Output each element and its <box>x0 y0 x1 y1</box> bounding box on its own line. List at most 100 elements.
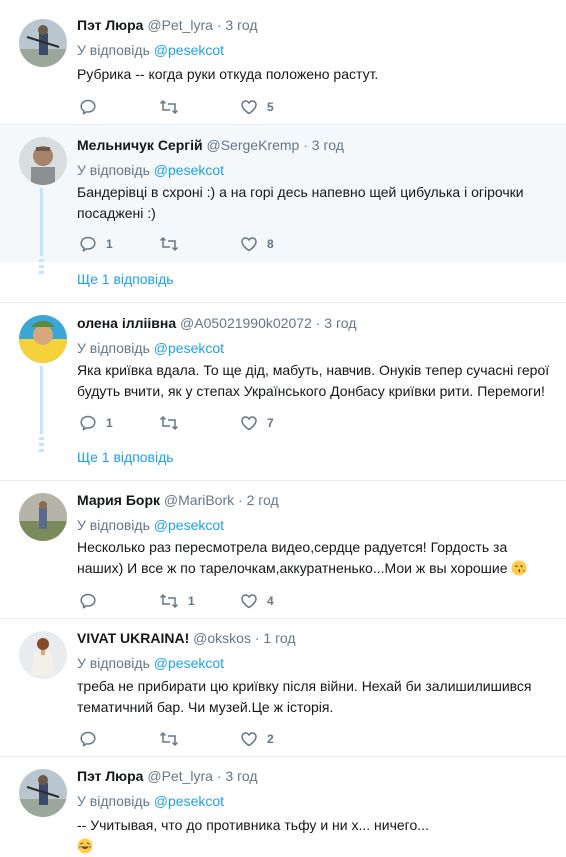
like-count: 5 <box>267 100 274 114</box>
like-count: 2 <box>267 732 274 746</box>
reply-context: У відповідь @pesekcot <box>77 42 224 58</box>
like-button[interactable]: 2 <box>240 729 274 749</box>
tweet[interactable]: Пэт Люра @Pet_lyra · 3 год У відповідь @… <box>0 757 566 854</box>
reply-icon <box>80 99 96 115</box>
retweet-button[interactable] <box>159 413 188 433</box>
reply-to-link[interactable]: @pesekcot <box>154 655 224 671</box>
thread-dot <box>39 259 44 262</box>
user-handle[interactable]: @MariBork <box>164 492 234 508</box>
avatar[interactable] <box>19 315 67 363</box>
display-name[interactable]: Мельничук Сергій <box>77 137 203 153</box>
reply-icon <box>80 415 96 431</box>
reply-prefix: У відповідь <box>77 517 150 533</box>
user-handle[interactable]: @SergeKremp <box>207 137 300 153</box>
reply-prefix: У відповідь <box>77 340 150 356</box>
reply-icon <box>80 731 96 747</box>
tweet-text-content: -- Учитывая, что до противника тьфу и ни… <box>77 817 429 833</box>
reply-prefix: У відповідь <box>77 162 150 178</box>
avatar[interactable] <box>19 137 67 185</box>
like-count: 4 <box>267 594 274 608</box>
reply-to-link[interactable]: @pesekcot <box>154 42 224 58</box>
like-button[interactable]: 8 <box>240 234 274 254</box>
tweet[interactable]: олена ілліівна @A05021990k02072 · 3 год … <box>0 303 566 440</box>
reply-to-link[interactable]: @pesekcot <box>154 793 224 809</box>
reply-context: У відповідь @pesekcot <box>77 793 224 809</box>
kissing-face-emoji-icon <box>511 560 527 576</box>
timestamp[interactable]: 3 год <box>225 768 257 784</box>
separator: · <box>216 17 222 33</box>
thread-dot <box>39 449 44 452</box>
retweet-icon <box>159 415 179 431</box>
avatar[interactable] <box>19 19 67 67</box>
display-name[interactable]: Мария Борк <box>77 492 160 508</box>
show-more-replies-link[interactable]: Ще 1 відповідь <box>77 271 174 287</box>
thread-dot <box>39 437 44 440</box>
like-button[interactable]: 4 <box>240 591 274 611</box>
like-button[interactable]: 5 <box>240 97 274 117</box>
reply-context: У відповідь @pesekcot <box>77 517 224 533</box>
separator: · <box>216 768 222 784</box>
tweet-text: Несколько раз пересмотрела видео,сердце … <box>77 537 557 579</box>
separator: · <box>303 137 308 153</box>
retweet-icon <box>159 731 179 747</box>
timestamp[interactable]: 2 год <box>247 492 279 508</box>
display-name[interactable]: Пэт Люра <box>77 768 143 784</box>
retweet-button[interactable]: 1 <box>159 591 195 611</box>
separator: · <box>238 492 243 508</box>
reply-prefix: У відповідь <box>77 655 150 671</box>
tweet-text: треба не прибирати цю криївку після війн… <box>77 678 532 715</box>
retweet-count: 1 <box>188 594 195 608</box>
user-handle[interactable]: @A05021990k02072 <box>180 315 312 331</box>
reply-context: У відповідь @pesekcot <box>77 655 224 671</box>
thread-dot <box>39 271 44 274</box>
thread-line <box>40 366 43 434</box>
thread-dot <box>39 265 44 268</box>
reply-icon <box>80 236 96 252</box>
timestamp[interactable]: 3 год <box>312 137 344 153</box>
like-count: 8 <box>267 237 274 251</box>
reply-button[interactable]: 1 <box>79 413 113 433</box>
tweet-header: Мария Борк @MariBork · 2 год <box>77 492 279 508</box>
like-button[interactable]: 7 <box>240 413 274 433</box>
tweet[interactable]: Мельничук Сергій @SergeKremp · 3 год У в… <box>0 125 566 262</box>
retweet-button[interactable] <box>159 729 188 749</box>
retweet-icon <box>159 99 179 115</box>
user-handle[interactable]: @Pet_lyra <box>147 17 213 33</box>
reply-prefix: У відповідь <box>77 793 150 809</box>
reply-to-link[interactable]: @pesekcot <box>154 340 224 356</box>
thread-dot <box>39 443 44 446</box>
tweet[interactable]: Пэт Люра @Pet_lyra · 3 год У відповідь @… <box>0 0 566 125</box>
user-handle[interactable]: @okskos <box>193 630 251 646</box>
thread-line <box>40 188 43 256</box>
avatar[interactable] <box>19 493 67 541</box>
tweet-header: Мельничук Сергій @SergeKremp · 3 год <box>77 137 344 153</box>
reply-count: 1 <box>106 416 113 430</box>
retweet-button[interactable] <box>159 97 188 117</box>
avatar[interactable] <box>19 769 67 817</box>
retweet-button[interactable] <box>159 234 188 254</box>
tweet-text: Рубрика -- когда руки откуда положено ра… <box>77 66 379 82</box>
reply-to-link[interactable]: @pesekcot <box>154 517 224 533</box>
tweet-header: олена ілліівна @A05021990k02072 · 3 год <box>77 315 356 331</box>
reply-to-link[interactable]: @pesekcot <box>154 162 224 178</box>
timestamp[interactable]: 3 год <box>324 315 356 331</box>
display-name[interactable]: VIVAT UKRAINA! <box>77 630 189 646</box>
display-name[interactable]: олена ілліівна <box>77 315 176 331</box>
reply-button[interactable]: 1 <box>79 234 113 254</box>
reply-button[interactable] <box>79 97 106 117</box>
retweet-icon <box>159 593 179 609</box>
separator: · <box>315 315 321 331</box>
show-more-replies-link[interactable]: Ще 1 відповідь <box>77 449 174 465</box>
timestamp[interactable]: 3 год <box>225 17 257 33</box>
timestamp[interactable]: 1 год <box>263 630 295 646</box>
user-handle[interactable]: @Pet_lyra <box>147 768 213 784</box>
display-name[interactable]: Пэт Люра <box>77 17 143 33</box>
tweet[interactable]: VIVAT UKRAINA! @okskos · 1 год У відпові… <box>0 619 566 757</box>
avatar[interactable] <box>19 631 67 679</box>
reply-context: У відповідь @pesekcot <box>77 340 224 356</box>
tweet[interactable]: Мария Борк @MariBork · 2 год У відповідь… <box>0 481 566 619</box>
tweet-text-content: Несколько раз пересмотрела видео,сердце … <box>77 539 508 576</box>
reply-button[interactable] <box>79 591 106 611</box>
reply-button[interactable] <box>79 729 106 749</box>
heart-icon <box>241 594 257 609</box>
